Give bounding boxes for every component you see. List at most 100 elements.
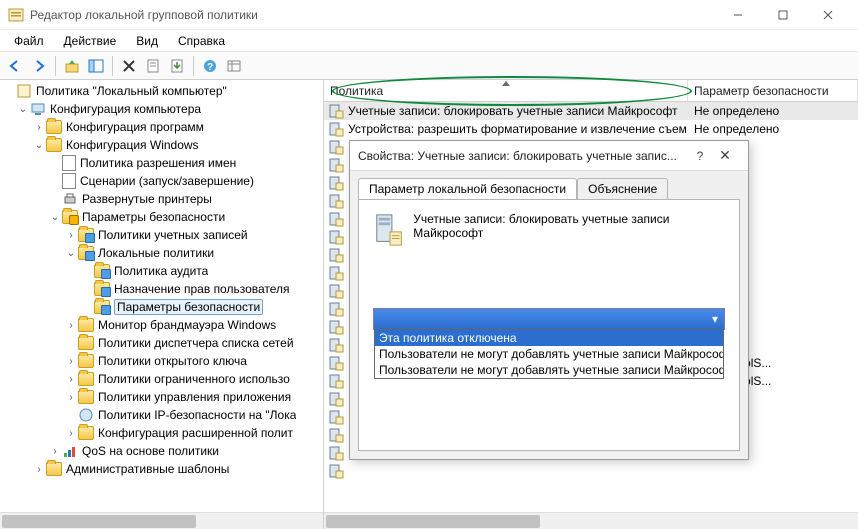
tree-label: QoS на основе политики — [82, 444, 219, 458]
menu-file[interactable]: Файл — [6, 32, 52, 50]
tree-app-control[interactable]: ›Политики управления приложения — [0, 388, 323, 406]
column-security[interactable]: Параметр безопасности — [688, 80, 858, 101]
dialog-tab-panel: Учетные записи: блокировать учетные запи… — [358, 199, 740, 451]
tree-label: Конфигурация программ — [66, 120, 204, 134]
script-icon — [62, 173, 76, 189]
tree-label: Политика "Локальный компьютер" — [36, 84, 227, 98]
tree-firewall-monitor[interactable]: ›Монитор брандмауэра Windows — [0, 316, 323, 334]
filter-button[interactable] — [223, 55, 245, 77]
policy-item-icon — [328, 319, 344, 335]
policy-item-icon — [328, 391, 344, 407]
menu-action[interactable]: Действие — [56, 32, 125, 50]
policy-item-icon — [328, 229, 344, 245]
toolbar-divider — [55, 56, 56, 76]
policy-item-icon — [328, 265, 344, 281]
tree-deployed-printers[interactable]: Развернутые принтеры — [0, 190, 323, 208]
tree-advanced-audit[interactable]: ›Конфигурация расширенной полит — [0, 424, 323, 442]
combo-option[interactable]: Эта политика отключена — [375, 330, 723, 346]
tree-admin-templates[interactable]: › Административные шаблоны — [0, 460, 323, 478]
computer-icon — [30, 101, 46, 117]
caret-right-icon[interactable]: › — [64, 228, 78, 242]
sort-ascending-icon — [502, 81, 510, 86]
tree-hscrollbar[interactable] — [0, 512, 323, 529]
help-button[interactable]: ? — [199, 55, 221, 77]
tree-label: Политики открытого ключа — [98, 354, 247, 368]
dialog-policy-name: Учетные записи: блокировать учетные запи… — [413, 212, 725, 240]
caret-down-icon[interactable]: ⌄ — [48, 210, 62, 224]
title-bar: Редактор локальной групповой политики — [0, 0, 858, 30]
caret-down-icon[interactable]: ⌄ — [64, 246, 78, 260]
minimize-button[interactable] — [715, 1, 760, 29]
caret-right-icon[interactable]: › — [32, 120, 46, 134]
maximize-button[interactable] — [760, 1, 805, 29]
folder-icon — [46, 462, 62, 476]
caret-right-icon[interactable]: › — [64, 390, 78, 404]
caret-right-icon[interactable]: › — [64, 354, 78, 368]
tree-windows-settings[interactable]: ⌄Конфигурация Windows — [0, 136, 323, 154]
tree-name-resolution[interactable]: Политика разрешения имен — [0, 154, 323, 172]
tree-security-options[interactable]: Параметры безопасности — [0, 298, 323, 316]
tree-label: Административные шаблоны — [66, 462, 229, 476]
back-button[interactable] — [4, 55, 26, 77]
policy-name: Учетные записи: блокировать учетные запи… — [348, 104, 678, 118]
caret-icon[interactable] — [2, 84, 16, 98]
tree-audit-policy[interactable]: Политика аудита — [0, 262, 323, 280]
tab-explanation[interactable]: Объяснение — [577, 178, 668, 200]
properties-button[interactable] — [142, 55, 164, 77]
caret-down-icon[interactable]: ⌄ — [32, 138, 46, 152]
tree-software-restriction[interactable]: ›Политики ограниченного использо — [0, 370, 323, 388]
tree-root[interactable]: Политика "Локальный компьютер" — [0, 82, 323, 100]
tab-local-security[interactable]: Параметр локальной безопасности — [358, 178, 577, 200]
tree-account-policies[interactable]: › Политики учетных записей — [0, 226, 323, 244]
folder-icon — [46, 120, 62, 134]
toolbar: ? — [0, 52, 858, 80]
scrollbar-thumb[interactable] — [2, 515, 196, 528]
tree-network-list[interactable]: Политики диспетчера списка сетей — [0, 334, 323, 352]
combo-option[interactable]: Пользователи не могут добавлять учетные … — [375, 362, 723, 378]
caret-down-icon[interactable]: ⌄ — [16, 102, 30, 116]
tree-qos[interactable]: › QoS на основе политики — [0, 442, 323, 460]
dialog-close-button[interactable]: ✕ — [710, 147, 740, 164]
caret-right-icon[interactable]: › — [64, 318, 78, 332]
tree-label: Политики учетных записей — [98, 228, 248, 242]
tree-security-settings[interactable]: ⌄Параметры безопасности — [0, 208, 323, 226]
delete-button[interactable] — [118, 55, 140, 77]
column-policy[interactable]: Политика — [324, 80, 688, 101]
menu-help[interactable]: Справка — [170, 32, 233, 50]
scrollbar-thumb[interactable] — [326, 515, 540, 528]
tree-software-settings[interactable]: › Конфигурация программ — [0, 118, 323, 136]
caret-blank — [80, 282, 94, 296]
policy-item-icon — [328, 427, 344, 443]
list-hscrollbar[interactable] — [324, 512, 858, 529]
tree-computer-config[interactable]: ⌄ Конфигурация компьютера — [0, 100, 323, 118]
forward-button[interactable] — [28, 55, 50, 77]
list-row[interactable] — [324, 462, 858, 480]
caret-blank — [80, 300, 94, 314]
chevron-down-icon[interactable]: ▾ — [706, 309, 724, 329]
caret-right-icon[interactable]: › — [48, 444, 62, 458]
export-button[interactable] — [166, 55, 188, 77]
dialog-title-bar[interactable]: Свойства: Учетные записи: блокировать уч… — [350, 141, 748, 171]
tree-local-policies[interactable]: ⌄Локальные политики — [0, 244, 323, 262]
caret-right-icon[interactable]: › — [64, 372, 78, 386]
menu-view[interactable]: Вид — [128, 32, 166, 50]
policy-tree[interactable]: Политика "Локальный компьютер" ⌄ Конфигу… — [0, 80, 323, 512]
close-button[interactable] — [805, 1, 850, 29]
caret-blank — [80, 264, 94, 278]
show-hide-tree-button[interactable] — [85, 55, 107, 77]
policy-item-icon — [328, 445, 344, 461]
caret-right-icon[interactable]: › — [32, 462, 46, 476]
tree-public-key[interactable]: › Политики открытого ключа — [0, 352, 323, 370]
caret-right-icon[interactable]: › — [64, 426, 78, 440]
combo-option[interactable]: Пользователи не могут добавлять учетные … — [375, 346, 723, 362]
list-row[interactable]: Устройства: разрешить форматирование и и… — [324, 120, 858, 138]
tree-label: Политика аудита — [114, 264, 208, 278]
policy-item-icon — [328, 283, 344, 299]
tree-ip-security[interactable]: Политики IP-безопасности на "Лока — [0, 406, 323, 424]
list-row[interactable]: Учетные записи: блокировать учетные запи… — [324, 102, 858, 120]
tree-scripts[interactable]: Сценарии (запуск/завершение) — [0, 172, 323, 190]
policy-value-combobox[interactable]: ▾ Эта политика отключена Пользователи не… — [373, 308, 725, 330]
up-button[interactable] — [61, 55, 83, 77]
tree-user-rights[interactable]: Назначение прав пользователя — [0, 280, 323, 298]
dialog-help-button[interactable]: ? — [690, 149, 710, 163]
